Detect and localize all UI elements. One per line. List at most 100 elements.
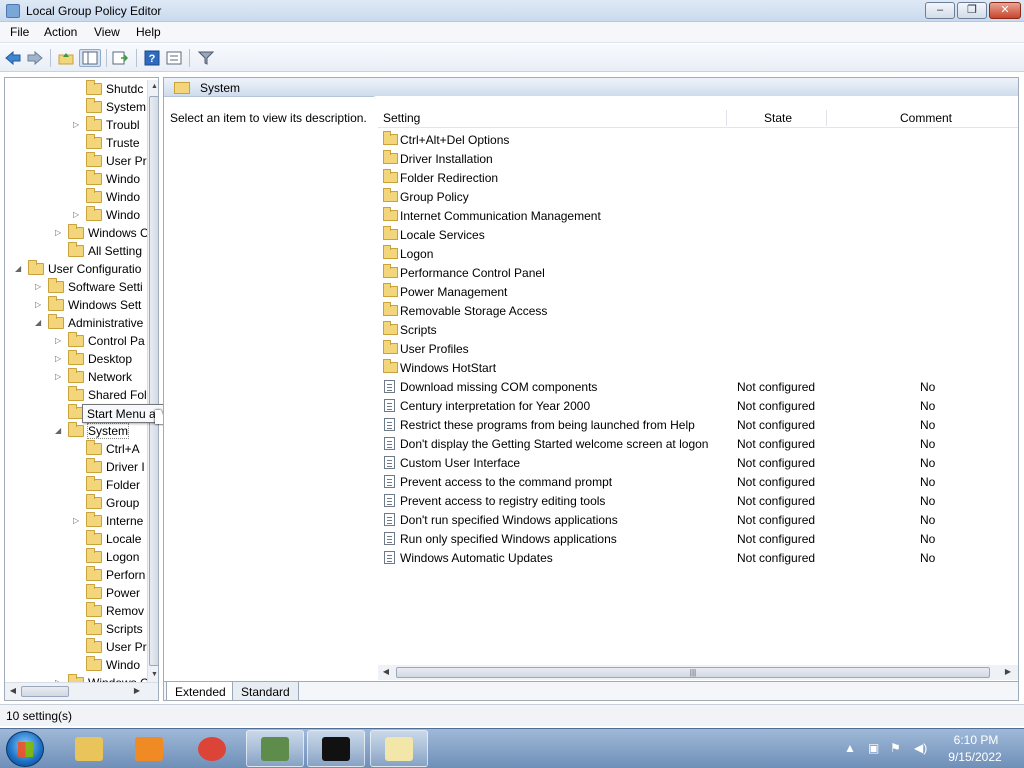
tab-standard[interactable]: Standard bbox=[232, 682, 299, 700]
network-icon[interactable]: ▣ bbox=[868, 741, 884, 755]
scroll-left-icon[interactable]: ◀ bbox=[380, 666, 392, 678]
list-item-policy[interactable]: Download missing COM components Not confi… bbox=[378, 377, 1018, 396]
taskbar-app-button[interactable] bbox=[120, 730, 178, 767]
list-item-policy[interactable]: Don't run specified Windows applications… bbox=[378, 510, 1018, 529]
list-item-folder[interactable]: Removable Storage Access bbox=[378, 301, 1018, 320]
show-hide-tree-icon[interactable] bbox=[79, 49, 101, 67]
list-item-folder[interactable]: Performance Control Panel bbox=[378, 263, 1018, 282]
expand-arrow-icon[interactable]: ▷ bbox=[35, 282, 43, 291]
help-icon[interactable]: ? bbox=[143, 49, 161, 67]
setting-name: Custom User Interface bbox=[400, 456, 521, 470]
expand-arrow-icon[interactable]: ◢ bbox=[15, 264, 23, 273]
filter-icon[interactable] bbox=[197, 49, 215, 67]
windows-logo-icon bbox=[18, 742, 33, 757]
menu-action[interactable]: Action bbox=[44, 25, 77, 39]
scroll-right-icon[interactable]: ▶ bbox=[1002, 666, 1014, 678]
properties-icon[interactable] bbox=[165, 49, 183, 67]
menu-help[interactable]: Help bbox=[136, 25, 161, 39]
menu-file[interactable]: File bbox=[10, 25, 29, 39]
up-folder-icon[interactable] bbox=[57, 49, 75, 67]
list-item-folder[interactable]: Power Management bbox=[378, 282, 1018, 301]
setting-comment: No bbox=[920, 551, 936, 565]
expand-arrow-icon[interactable]: ▷ bbox=[35, 300, 43, 309]
expand-arrow-icon[interactable]: ▷ bbox=[73, 120, 81, 129]
title-bar: Local Group Policy Editor ‒ ❐ ✕ bbox=[0, 0, 1024, 22]
scroll-right-icon[interactable]: ▶ bbox=[131, 685, 143, 697]
column-state[interactable]: State bbox=[764, 111, 792, 125]
scroll-up-icon[interactable]: ▲ bbox=[148, 80, 158, 94]
taskbar-app-button[interactable] bbox=[246, 730, 304, 767]
action-center-icon[interactable]: ⚑ bbox=[890, 741, 906, 755]
list-item-folder[interactable]: Windows HotStart bbox=[378, 358, 1018, 377]
back-arrow-icon[interactable] bbox=[4, 49, 22, 67]
tab-extended[interactable]: Extended bbox=[166, 682, 235, 700]
expand-arrow-icon[interactable]: ▷ bbox=[73, 210, 81, 219]
maximize-button[interactable]: ❐ bbox=[957, 2, 987, 19]
tree-vertical-scrollbar[interactable]: ▲ ▼ bbox=[147, 80, 158, 682]
list-item-policy[interactable]: Don't display the Getting Started welcom… bbox=[378, 434, 1018, 453]
taskbar-app-button[interactable] bbox=[60, 730, 118, 767]
policy-setting-icon bbox=[384, 399, 395, 412]
list-item-policy[interactable]: Prevent access to registry editing tools… bbox=[378, 491, 1018, 510]
expand-arrow-icon[interactable]: ▷ bbox=[55, 354, 63, 363]
forward-arrow-icon[interactable] bbox=[26, 49, 44, 67]
close-button[interactable]: ✕ bbox=[989, 2, 1021, 19]
list-item-folder[interactable]: Folder Redirection bbox=[378, 168, 1018, 187]
expand-arrow-icon[interactable]: ▷ bbox=[55, 228, 63, 237]
folder-icon bbox=[383, 340, 398, 354]
list-item-folder[interactable]: User Profiles bbox=[378, 339, 1018, 358]
list-item-folder[interactable]: Scripts bbox=[378, 320, 1018, 339]
policy-setting-icon bbox=[384, 456, 395, 469]
expand-arrow-icon[interactable]: ◢ bbox=[55, 426, 63, 435]
menu-view[interactable]: View bbox=[94, 25, 120, 39]
expand-arrow-icon[interactable]: ▷ bbox=[55, 336, 63, 345]
clock-time[interactable]: 6:10 PM bbox=[948, 733, 1004, 747]
folder-icon bbox=[86, 80, 102, 95]
list-item-folder[interactable]: Ctrl+Alt+Del Options bbox=[378, 130, 1018, 149]
list-item-policy[interactable]: Restrict these programs from being launc… bbox=[378, 415, 1018, 434]
expand-arrow-icon[interactable]: ▷ bbox=[73, 516, 81, 525]
show-hidden-icons-icon[interactable]: ▲ bbox=[844, 741, 860, 755]
list-item-folder[interactable]: Locale Services bbox=[378, 225, 1018, 244]
list-item-policy[interactable]: Prevent access to the command prompt Not … bbox=[378, 472, 1018, 491]
taskbar-app-button[interactable] bbox=[307, 730, 365, 767]
list-item-folder[interactable]: Group Policy bbox=[378, 187, 1018, 206]
tree-pane[interactable]: Shutdc System ▷ Troubl Truste User Pr Windo Win… bbox=[4, 77, 159, 701]
list-item-folder[interactable]: Logon bbox=[378, 244, 1018, 263]
expand-arrow-icon[interactable]: ◢ bbox=[35, 318, 43, 327]
export-list-icon[interactable] bbox=[111, 49, 129, 67]
setting-name: Download missing COM components bbox=[400, 380, 598, 394]
scroll-left-icon[interactable]: ◀ bbox=[7, 685, 19, 697]
list-item-policy[interactable]: Windows Automatic Updates Not configured N… bbox=[378, 548, 1018, 567]
list-horizontal-scrollbar[interactable]: ◀ ||| ▶ bbox=[378, 665, 1018, 680]
column-comment[interactable]: Comment bbox=[900, 111, 952, 125]
column-setting[interactable]: Setting bbox=[383, 111, 420, 125]
tree-horizontal-scrollbar[interactable]: ◀ ▶ bbox=[5, 682, 158, 700]
expand-arrow-icon[interactable]: ▷ bbox=[55, 372, 63, 381]
scroll-thumb[interactable] bbox=[149, 96, 158, 666]
list-item-policy[interactable]: Century interpretation for Year 2000 Not … bbox=[378, 396, 1018, 415]
start-button[interactable] bbox=[6, 731, 44, 767]
scroll-thumb[interactable] bbox=[21, 686, 69, 697]
scroll-down-icon[interactable]: ▼ bbox=[148, 668, 158, 682]
folder-icon bbox=[86, 98, 102, 113]
list-item-folder[interactable]: Internet Communication Management bbox=[378, 206, 1018, 225]
setting-name: Prevent access to registry editing tools bbox=[400, 494, 606, 508]
list-item-policy[interactable]: Custom User Interface Not configured No bbox=[378, 453, 1018, 472]
list-item-folder[interactable]: Driver Installation bbox=[378, 149, 1018, 168]
minimize-button[interactable]: ‒ bbox=[925, 2, 955, 19]
setting-state: Not configured bbox=[737, 456, 816, 470]
scroll-thumb[interactable]: ||| bbox=[396, 667, 990, 678]
folder-icon bbox=[383, 245, 398, 259]
taskbar-app-button[interactable] bbox=[370, 730, 428, 767]
taskbar-app-button[interactable] bbox=[183, 730, 241, 767]
list-item-policy[interactable]: Run only specified Windows applications N… bbox=[378, 529, 1018, 548]
clock-date[interactable]: 9/15/2022 bbox=[942, 750, 1008, 764]
tree-item-label: Ctrl+A bbox=[106, 442, 140, 456]
volume-icon[interactable]: ◀) bbox=[914, 741, 930, 755]
folder-icon bbox=[383, 169, 398, 183]
setting-state: Not configured bbox=[737, 551, 816, 565]
tree-item-label: User Pr bbox=[106, 640, 147, 654]
